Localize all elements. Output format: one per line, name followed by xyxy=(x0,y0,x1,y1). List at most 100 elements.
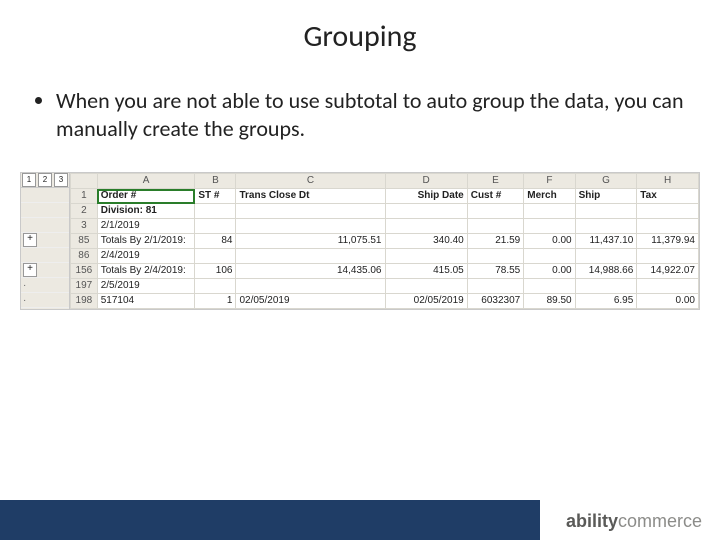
cell[interactable]: 21.59 xyxy=(467,234,524,249)
row-header[interactable]: 3 xyxy=(71,219,98,234)
row-header[interactable]: 198 xyxy=(71,294,98,309)
cell[interactable] xyxy=(575,249,637,264)
cell[interactable]: 106 xyxy=(195,264,236,279)
bullet-item: When you are not able to use subtotal to… xyxy=(56,87,686,142)
col-header-G[interactable]: G xyxy=(575,174,637,189)
cell[interactable] xyxy=(467,219,524,234)
spreadsheet: 1 2 3 + + · · xyxy=(20,172,700,310)
cell[interactable]: 1 xyxy=(195,294,236,309)
col-header-D[interactable]: D xyxy=(385,174,467,189)
row-header[interactable]: 197 xyxy=(71,279,98,294)
col-header-F[interactable]: F xyxy=(524,174,575,189)
cell[interactable]: 6032307 xyxy=(467,294,524,309)
grid: A B C D E F G H 1 Order # xyxy=(70,173,699,309)
cell[interactable]: Ship Date xyxy=(385,189,467,204)
outline-expand-button[interactable]: + xyxy=(23,263,37,277)
col-header-H[interactable]: H xyxy=(637,174,699,189)
column-header-row: A B C D E F G H xyxy=(71,174,699,189)
outline-expand-button[interactable]: + xyxy=(23,233,37,247)
cell[interactable]: 11,075.51 xyxy=(236,234,385,249)
cell[interactable]: 415.05 xyxy=(385,264,467,279)
table-row: 86 2/4/2019 xyxy=(71,249,699,264)
row-header[interactable]: 2 xyxy=(71,204,98,219)
col-header-E[interactable]: E xyxy=(467,174,524,189)
header-data-row: 1 Order # ST # Trans Close Dt Ship Date … xyxy=(71,189,699,204)
cell[interactable]: 0.00 xyxy=(524,234,575,249)
col-header-B[interactable]: B xyxy=(195,174,236,189)
cell[interactable]: 02/05/2019 xyxy=(236,294,385,309)
logo-part1: ability xyxy=(566,511,618,531)
cell[interactable] xyxy=(236,279,385,294)
cell[interactable] xyxy=(236,219,385,234)
cell[interactable] xyxy=(467,279,524,294)
cell[interactable]: 6.95 xyxy=(575,294,637,309)
cell[interactable] xyxy=(637,204,699,219)
row-header[interactable]: 86 xyxy=(71,249,98,264)
cell[interactable] xyxy=(637,219,699,234)
outline-dot-icon: · xyxy=(23,280,26,291)
cell[interactable]: Division: 81 xyxy=(97,204,195,219)
cell[interactable] xyxy=(195,204,236,219)
cell[interactable] xyxy=(385,219,467,234)
table-row: 85 Totals By 2/1/2019: 84 11,075.51 340.… xyxy=(71,234,699,249)
cell[interactable]: 517104 xyxy=(97,294,195,309)
row-header[interactable]: 85 xyxy=(71,234,98,249)
col-header-C[interactable]: C xyxy=(236,174,385,189)
cell[interactable]: Totals By 2/1/2019: xyxy=(97,234,195,249)
cell[interactable]: 14,435.06 xyxy=(236,264,385,279)
cell[interactable]: 78.55 xyxy=(467,264,524,279)
cell[interactable] xyxy=(524,249,575,264)
cell[interactable]: Cust # xyxy=(467,189,524,204)
cell[interactable] xyxy=(195,249,236,264)
cell[interactable]: ST # xyxy=(195,189,236,204)
bullet-block: When you are not able to use subtotal to… xyxy=(34,87,686,142)
cell[interactable]: 11,437.10 xyxy=(575,234,637,249)
outline-level-2[interactable]: 2 xyxy=(38,173,52,187)
row-header[interactable]: 1 xyxy=(71,189,98,204)
cell[interactable]: 2/1/2019 xyxy=(97,219,195,234)
cell[interactable]: 84 xyxy=(195,234,236,249)
cell[interactable]: Merch xyxy=(524,189,575,204)
cell[interactable] xyxy=(236,204,385,219)
col-header-A[interactable]: A xyxy=(97,174,195,189)
cell[interactable]: 02/05/2019 xyxy=(385,294,467,309)
cell[interactable] xyxy=(195,279,236,294)
cell[interactable] xyxy=(467,204,524,219)
table-row: 198 517104 1 02/05/2019 02/05/2019 60323… xyxy=(71,294,699,309)
cell[interactable] xyxy=(195,219,236,234)
cell[interactable]: Tax xyxy=(637,189,699,204)
cell[interactable] xyxy=(467,249,524,264)
cell[interactable]: 2/5/2019 xyxy=(97,279,195,294)
cell[interactable]: Trans Close Dt xyxy=(236,189,385,204)
cell[interactable]: Ship xyxy=(575,189,637,204)
cell[interactable]: 340.40 xyxy=(385,234,467,249)
table-row: 197 2/5/2019 xyxy=(71,279,699,294)
cell[interactable] xyxy=(524,279,575,294)
cell[interactable] xyxy=(524,204,575,219)
cell[interactable]: 0.00 xyxy=(637,294,699,309)
outline-level-3[interactable]: 3 xyxy=(54,173,68,187)
cell[interactable] xyxy=(524,219,575,234)
cell[interactable]: 89.50 xyxy=(524,294,575,309)
outline-level-1[interactable]: 1 xyxy=(22,173,36,187)
logo: abilitycommerce xyxy=(566,511,702,532)
cell[interactable]: 14,922.07 xyxy=(637,264,699,279)
cell[interactable] xyxy=(575,279,637,294)
cell[interactable]: Totals By 2/4/2019: xyxy=(97,264,195,279)
cell[interactable] xyxy=(385,279,467,294)
cell[interactable] xyxy=(637,279,699,294)
row-header[interactable]: 156 xyxy=(71,264,98,279)
cell[interactable]: Order # xyxy=(97,189,195,204)
cell[interactable] xyxy=(637,249,699,264)
cell[interactable]: 2/4/2019 xyxy=(97,249,195,264)
cell[interactable] xyxy=(575,204,637,219)
cell[interactable] xyxy=(575,219,637,234)
select-all-corner[interactable] xyxy=(71,174,98,189)
cell[interactable] xyxy=(236,249,385,264)
cell[interactable]: 0.00 xyxy=(524,264,575,279)
cell[interactable]: 14,988.66 xyxy=(575,264,637,279)
footer: abilitycommerce xyxy=(0,500,720,540)
cell[interactable] xyxy=(385,249,467,264)
cell[interactable] xyxy=(385,204,467,219)
cell[interactable]: 11,379.94 xyxy=(637,234,699,249)
